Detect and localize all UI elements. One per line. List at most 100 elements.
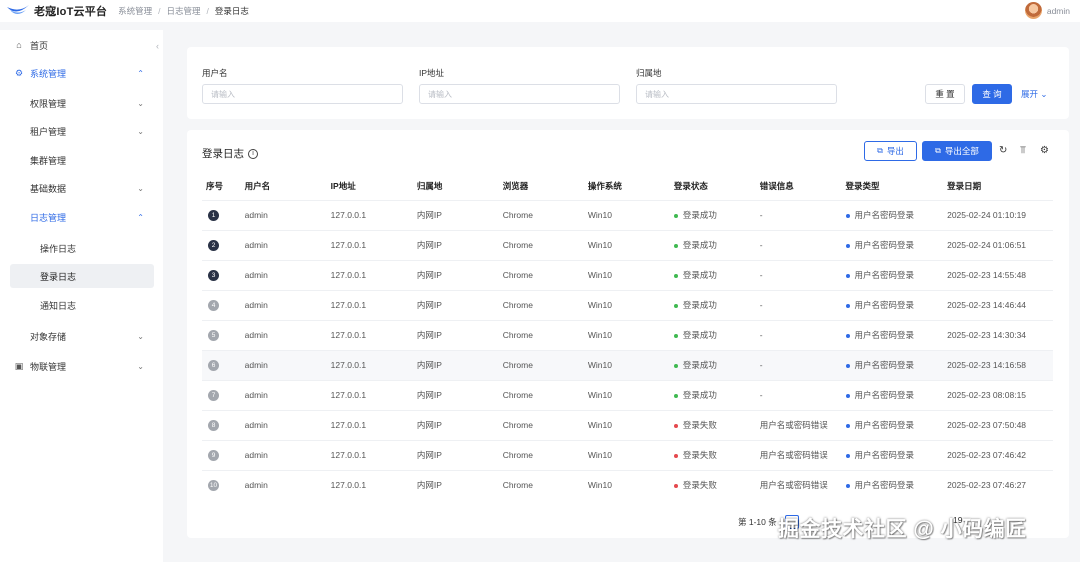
sidebar-item-operation-log[interactable]: 操作日志 [10,236,154,260]
cell-os: Win10 [583,319,670,350]
breadcrumb-item[interactable]: 系统管理 [118,5,152,17]
avatar[interactable] [1024,2,1042,19]
refresh-icon[interactable]: ↻ [999,145,1007,156]
cell-type: 用户名密码登录 [841,409,944,440]
column-header: 操作系统 [583,172,670,200]
table-row[interactable]: 8 admin 127.0.0.1 内网IP Chrome Win10 登录失败 用户名或密码… [202,409,1053,440]
cell-ip: 127.0.0.1 [326,199,413,230]
cell-user: admin [240,199,327,230]
type-dot-icon [845,393,850,398]
row-index-badge: 5 [208,330,219,341]
cell-user: admin [240,379,327,410]
cell-loc: 内网IP [412,469,499,500]
ip-input[interactable] [419,84,620,104]
row-index-badge: 7 [208,390,219,401]
cell-ip: 127.0.0.1 [326,379,413,410]
type-text: 用户名密码登录 [854,270,915,280]
expand-toggle[interactable]: 展开 ⌄ [1021,88,1048,100]
cell-index: 4 [202,289,241,320]
info-icon[interactable]: i [248,148,258,159]
cell-error: - [755,349,842,380]
sidebar-item-login-log[interactable]: 登录日志 [10,264,154,288]
sidebar-item-tenants[interactable]: 租户管理 ⌄ [10,119,154,143]
cell-user: admin [240,349,327,380]
cell-ip: 127.0.0.1 [326,469,413,500]
table-row[interactable]: 2 admin 127.0.0.1 内网IP Chrome Win10 登录成功 - 用户名密码… [202,229,1053,260]
sidebar-item-object-storage[interactable]: 对象存储 ⌄ [10,324,154,348]
query-button[interactable]: 查 询 [972,84,1012,104]
cell-date: 2025-02-23 08:08:15 [943,379,1053,410]
status-dot-icon [673,423,678,428]
sidebar-item-notice-log[interactable]: 通知日志 [10,293,154,317]
table-row[interactable]: 5 admin 127.0.0.1 内网IP Chrome Win10 登录成功 - 用户名密码… [202,319,1053,350]
table-row[interactable]: 6 admin 127.0.0.1 内网IP Chrome Win10 登录成功 - 用户名密码… [202,349,1053,380]
cell-user: admin [240,289,327,320]
breadcrumb-separator: / [158,6,161,16]
cell-date: 2025-02-24 01:06:51 [943,229,1053,260]
density-icon[interactable]: ⫪ [1020,145,1026,156]
table-header: 序号 用户名 IP地址 归属地 浏览器 操作系统 登录状态 错误信息 登录类型 … [202,172,1053,200]
status-dot-icon [673,393,678,398]
cell-user: admin [240,229,327,260]
table-row[interactable]: 7 admin 127.0.0.1 内网IP Chrome Win10 登录成功 - 用户名密码… [202,379,1053,410]
sidebar-item-system[interactable]: ⚙ 系统管理 ⌃ [10,61,154,85]
sidebar-item-label: 物联管理 [30,361,67,372]
cell-date: 2025-02-24 01:10:19 [943,199,1053,230]
type-dot-icon [845,303,850,308]
status-dot-icon [673,303,678,308]
cell-status: 登录成功 [669,349,756,380]
cell-browser: Chrome [498,379,584,410]
status-text: 登录成功 [682,390,717,400]
external-link-icon: ⧉ [935,146,941,155]
sidebar-item-home[interactable]: ⌂ 首页 [10,33,154,57]
cell-error: 用户名或密码错误 [755,469,842,500]
cell-loc: 内网IP [412,259,499,290]
cell-index: 6 [202,349,241,380]
cell-user: admin [240,259,327,290]
reset-button[interactable]: 重 置 [925,84,965,104]
cell-user: admin [240,439,327,470]
user-menu[interactable]: admin [1024,2,1070,19]
cell-os: Win10 [583,409,670,440]
export-all-button[interactable]: ⧉ 导出全部 [922,141,992,161]
settings-icon[interactable]: ⚙ [1040,145,1049,156]
cell-index: 3 [202,259,241,290]
location-input[interactable] [636,84,837,104]
export-button[interactable]: ⧉ 导出 [864,141,917,161]
sidebar-item-iot[interactable]: ▣ 物联管理 ⌄ [10,354,154,378]
row-index-badge: 4 [208,300,219,311]
sidebar-item-cluster[interactable]: 集群管理 [10,148,154,172]
row-index-badge: 2 [208,240,219,251]
row-index-badge: 1 [208,210,219,221]
table-row[interactable]: 1 admin 127.0.0.1 内网IP Chrome Win10 登录成功 - 用户名密码… [202,199,1053,230]
cell-type: 用户名密码登录 [841,319,944,350]
app-title: 老寇IoT云平台 [34,6,108,18]
home-icon: ⌂ [16,40,22,50]
sidebar-item-label: 基础数据 [30,183,67,194]
sidebar-item-label: 权限管理 [30,98,67,109]
breadcrumb-item[interactable]: 日志管理 [167,5,201,17]
cell-index: 2 [202,229,241,260]
type-dot-icon [845,453,850,458]
cell-browser: Chrome [498,229,584,260]
sidebar-item-basic-data[interactable]: 基础数据 ⌄ [10,176,154,200]
table-row[interactable]: 3 admin 127.0.0.1 内网IP Chrome Win10 登录成功 - 用户名密码… [202,259,1053,290]
sidebar-collapse-icon[interactable]: ‹ [156,41,159,51]
sidebar-item-logs[interactable]: 日志管理 ⌃ [10,205,154,229]
table-row[interactable]: 10 admin 127.0.0.1 内网IP Chrome Win10 登录失败 用户名或密… [202,469,1053,500]
type-text: 用户名密码登录 [854,210,915,220]
app-logo[interactable]: 老寇IoT云平台 [7,3,107,19]
column-header: 序号 [202,172,241,200]
row-index-badge: 8 [208,420,219,431]
cell-date: 2025-02-23 07:46:27 [943,469,1053,500]
table-row[interactable]: 9 admin 127.0.0.1 内网IP Chrome Win10 登录失败 用户名或密码… [202,439,1053,470]
username-input[interactable] [202,84,403,104]
cell-ip: 127.0.0.1 [326,349,413,380]
table-row[interactable]: 4 admin 127.0.0.1 内网IP Chrome Win10 登录成功 - 用户名密码… [202,289,1053,320]
sidebar-item-label: 登录日志 [40,271,77,282]
sidebar-item-permissions[interactable]: 权限管理 ⌄ [10,91,154,115]
sidebar-item-label: 操作日志 [40,243,77,254]
column-header: IP地址 [326,172,413,200]
status-dot-icon [673,363,678,368]
cell-date: 2025-02-23 07:50:48 [943,409,1053,440]
